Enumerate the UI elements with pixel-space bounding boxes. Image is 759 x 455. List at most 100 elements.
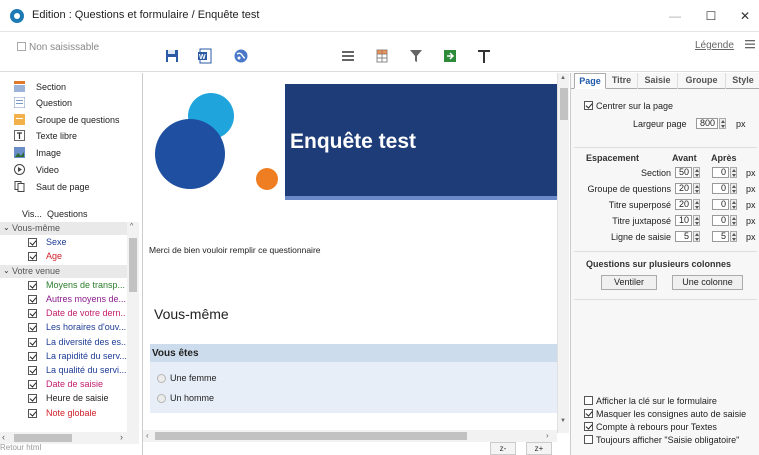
scroll-up-arrow-icon[interactable]: ^	[130, 223, 133, 230]
checkbox-box[interactable]	[584, 101, 593, 110]
visible-column-header[interactable]: Vis...	[22, 209, 42, 219]
chevron-down-icon[interactable]: ⌄	[3, 223, 10, 232]
visible-checkbox[interactable]	[28, 323, 37, 333]
spin-stepper-icon[interactable]	[730, 167, 737, 178]
spacing-apres-input[interactable]: 0	[712, 199, 729, 210]
spin-stepper-icon[interactable]	[693, 231, 700, 242]
question-row[interactable]: Heure de saisie	[0, 392, 127, 405]
radio-button[interactable]	[157, 394, 166, 403]
scroll-down-arrow-icon[interactable]: ▼	[560, 418, 566, 424]
spacing-apres-input[interactable]: 0	[712, 215, 729, 226]
radio-option-homme[interactable]: Un homme	[157, 392, 307, 404]
tab-titre[interactable]: Titre	[606, 73, 638, 89]
tab-style[interactable]: Style	[726, 73, 759, 89]
spacing-avant-input[interactable]: 20	[675, 183, 692, 194]
ventiler-button[interactable]: Ventiler	[601, 275, 657, 290]
visible-checkbox[interactable]	[28, 337, 37, 347]
tab-page[interactable]: Page	[574, 73, 606, 89]
preview-horizontal-scrollbar[interactable]: ‹ ›	[143, 430, 557, 442]
scrollbar-thumb[interactable]	[14, 434, 72, 442]
legend-link[interactable]: Légende	[695, 40, 734, 51]
visible-checkbox[interactable]	[28, 252, 37, 262]
visible-checkbox[interactable]	[28, 309, 37, 319]
hamburger-menu-icon[interactable]	[745, 39, 755, 49]
question-group-row[interactable]: ⌄ Vous-même	[0, 222, 127, 235]
spacing-avant-input[interactable]: 20	[675, 199, 692, 210]
visible-checkbox[interactable]	[28, 295, 37, 304]
spin-stepper-icon[interactable]	[730, 231, 737, 242]
tab-groupe[interactable]: Groupe	[678, 73, 726, 89]
scrollbar-thumb[interactable]	[560, 88, 568, 120]
zoom-out-button[interactable]: z-	[490, 442, 516, 455]
questions-column-header[interactable]: Questions	[47, 209, 88, 219]
scroll-left-arrow-icon[interactable]: ‹	[2, 432, 5, 442]
visible-checkbox[interactable]	[28, 366, 37, 375]
spin-stepper-icon[interactable]	[693, 215, 700, 226]
checkbox-box[interactable]	[584, 422, 593, 431]
question-row[interactable]: La rapidité du serv...	[0, 350, 127, 363]
close-button[interactable]: ✕	[730, 6, 759, 26]
scroll-left-arrow-icon[interactable]: ‹	[146, 431, 149, 440]
question-row[interactable]: Sexe	[0, 236, 127, 249]
spin-stepper-icon[interactable]	[693, 199, 700, 210]
visible-checkbox[interactable]	[28, 351, 37, 361]
spin-stepper-icon[interactable]	[730, 183, 737, 194]
spin-stepper-icon[interactable]	[693, 167, 700, 178]
spin-stepper-icon[interactable]	[730, 199, 737, 210]
title-bar: Edition : Questions et formulaire / Enqu…	[0, 0, 759, 32]
visible-checkbox[interactable]	[28, 408, 37, 418]
scroll-up-arrow-icon[interactable]: ▲	[560, 75, 566, 81]
spacing-apres-input[interactable]: 5	[712, 231, 729, 242]
globe-icon[interactable]	[233, 48, 249, 64]
zoom-in-button[interactable]: z+	[526, 442, 552, 455]
list-icon[interactable]	[340, 48, 356, 64]
question-row[interactable]: Date de votre dern...	[0, 307, 127, 320]
checkbox-box[interactable]	[584, 396, 593, 405]
question-tree-vertical-scrollbar[interactable]: ^	[127, 222, 139, 432]
checkbox-box[interactable]	[584, 409, 593, 418]
retour-html-link[interactable]: Retour html	[0, 443, 41, 452]
page-width-input[interactable]: 800	[696, 118, 718, 129]
une-colonne-button[interactable]: Une colonne	[672, 275, 743, 290]
radio-option-femme[interactable]: Une femme	[157, 372, 307, 384]
question-row[interactable]: La qualité du servi...	[0, 364, 127, 377]
scrollbar-thumb[interactable]	[129, 238, 137, 292]
question-row[interactable]: Date de saisie	[0, 378, 127, 391]
visible-checkbox[interactable]	[28, 380, 37, 390]
visible-checkbox[interactable]	[28, 394, 37, 404]
visible-checkbox[interactable]	[28, 280, 37, 290]
radio-button[interactable]	[157, 374, 166, 383]
table-icon[interactable]	[374, 48, 390, 64]
preview-vertical-scrollbar[interactable]: ▲ ▼	[557, 73, 569, 433]
scroll-right-arrow-icon[interactable]: ›	[120, 432, 123, 442]
minimize-button[interactable]: —	[660, 6, 690, 26]
question-row[interactable]: Age	[0, 250, 127, 263]
spacing-avant-input[interactable]: 10	[675, 215, 692, 226]
text-icon[interactable]	[476, 48, 492, 64]
spin-stepper-icon[interactable]	[730, 215, 737, 226]
question-row[interactable]: Moyens de transp...	[0, 279, 127, 292]
save-icon[interactable]	[164, 48, 180, 64]
spacing-avant-input[interactable]: 50	[675, 167, 692, 178]
question-row[interactable]: Note globale	[0, 407, 127, 420]
chevron-down-icon[interactable]: ⌄	[3, 266, 10, 275]
question-row[interactable]: La diversité des es...	[0, 336, 127, 349]
spacing-apres-input[interactable]: 0	[712, 167, 729, 178]
spacing-apres-input[interactable]: 0	[712, 183, 729, 194]
non-saisissable-checkbox[interactable]: Non saisissable	[17, 42, 99, 53]
spacing-avant-input[interactable]: 5	[675, 231, 692, 242]
question-group-row[interactable]: ⌄ Votre venue	[0, 264, 127, 278]
export-icon[interactable]	[442, 48, 458, 64]
word-icon[interactable]: W	[197, 48, 213, 64]
question-row[interactable]: Les horaires d'ouv...	[0, 321, 127, 334]
scroll-right-arrow-icon[interactable]: ›	[546, 431, 549, 440]
tab-saisie[interactable]: Saisie	[638, 73, 678, 89]
checkbox-box[interactable]	[584, 435, 593, 444]
scrollbar-thumb[interactable]	[155, 432, 467, 440]
spin-stepper-icon[interactable]	[693, 183, 700, 194]
question-row[interactable]: Autres moyens de...	[0, 293, 127, 306]
spin-stepper-icon[interactable]	[719, 118, 726, 129]
visible-checkbox[interactable]	[28, 238, 37, 248]
maximize-button[interactable]: ☐	[696, 6, 726, 26]
filter-icon[interactable]	[408, 48, 424, 64]
